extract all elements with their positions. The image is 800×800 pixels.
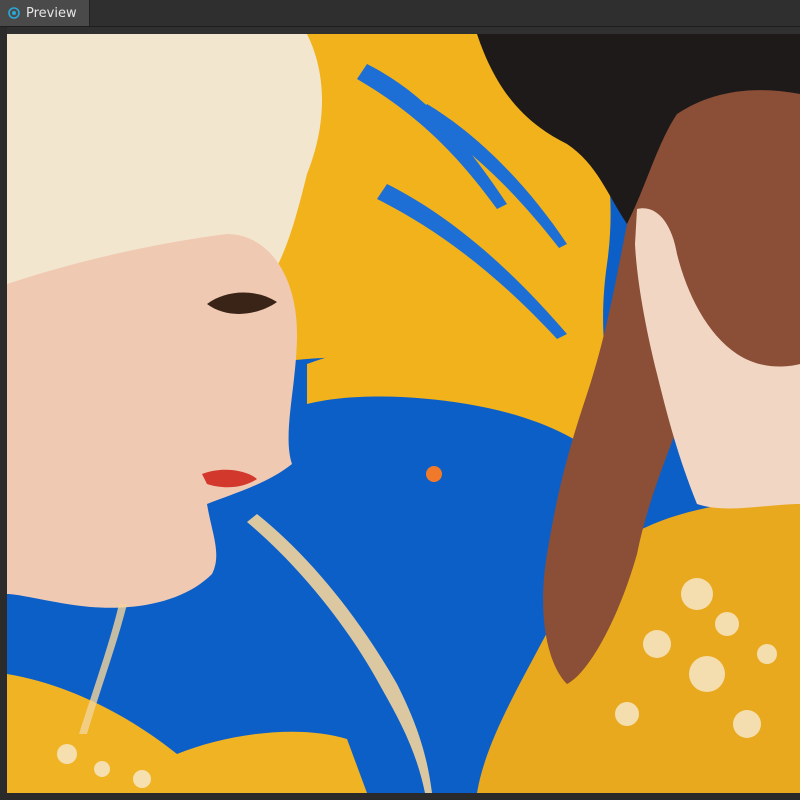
preview-image [7,34,800,793]
panel-footer [0,793,800,800]
eye-icon [6,5,22,21]
preview-viewport[interactable] [7,34,800,793]
panel-header: Preview [0,0,800,27]
tab-label: Preview [26,5,77,21]
panel-left-border [0,27,7,793]
tab-preview[interactable]: Preview [0,0,90,26]
panel-top-border [7,27,800,34]
